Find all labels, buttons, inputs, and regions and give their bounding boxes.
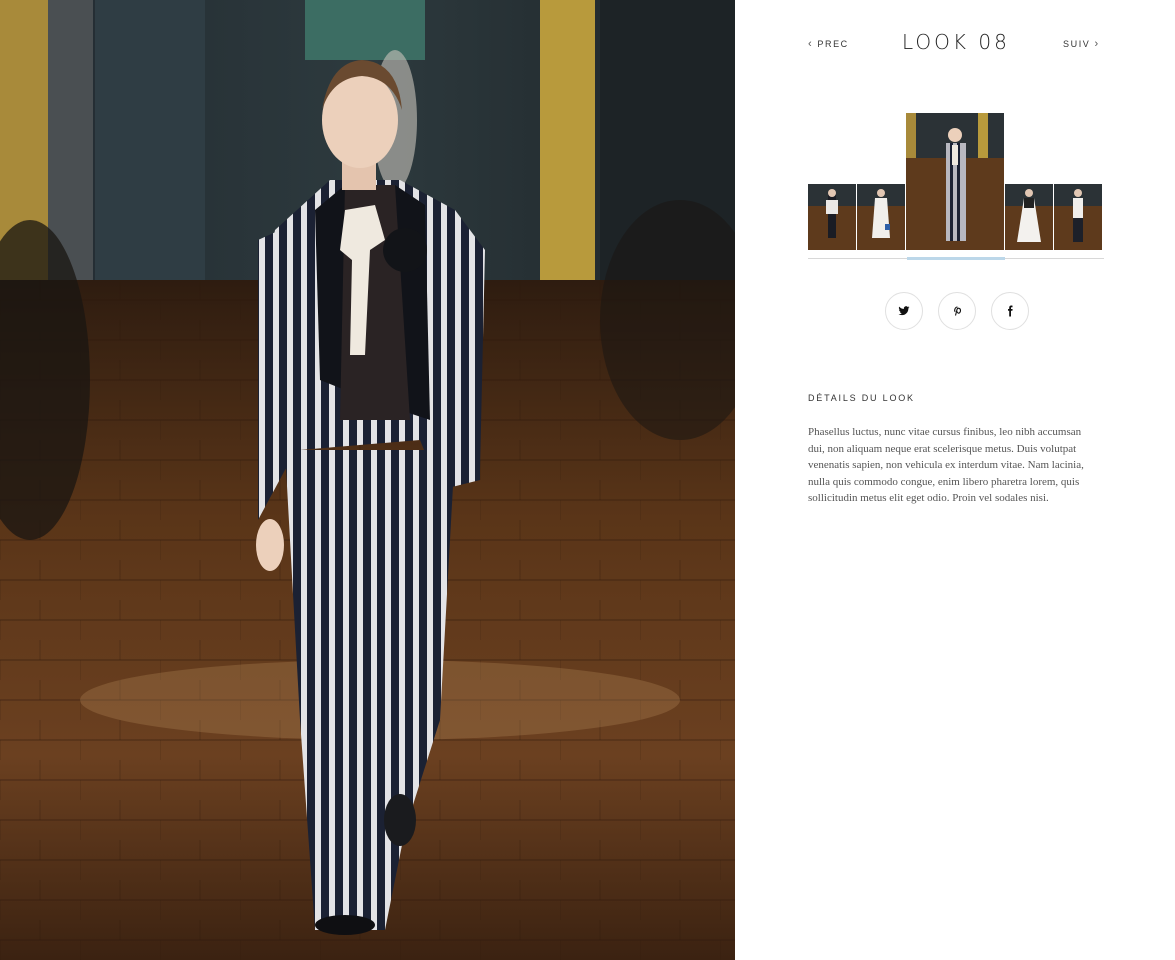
- pinterest-icon: [954, 306, 962, 316]
- chevron-left-icon: ‹: [808, 38, 814, 50]
- look-thumbnail-5[interactable]: [1054, 184, 1102, 250]
- carousel-active-indicator: [907, 257, 1005, 260]
- look-detail-panel: ‹ PREC LOOK 08 SUIV › DÉTAILS DU LOOK Ph…: [735, 0, 1175, 960]
- chevron-right-icon: ›: [1094, 38, 1100, 50]
- next-look-label: SUIV: [1063, 39, 1091, 49]
- facebook-share-button[interactable]: [991, 292, 1029, 330]
- look-details-heading: DÉTAILS DU LOOK: [808, 393, 915, 403]
- twitter-share-button[interactable]: [885, 292, 923, 330]
- next-look-link[interactable]: SUIV ›: [1063, 38, 1100, 50]
- prev-look-label: PREC: [817, 39, 849, 49]
- look-thumbnail-4[interactable]: [1005, 184, 1053, 250]
- twitter-icon: [898, 306, 910, 316]
- look-thumbnail-2[interactable]: [857, 184, 905, 250]
- hero-runway-image: [0, 0, 735, 960]
- pinterest-share-button[interactable]: [938, 292, 976, 330]
- look-thumbnail-1[interactable]: [808, 184, 856, 250]
- look-thumbnail-3-active[interactable]: [906, 113, 1004, 250]
- facebook-icon: [1008, 305, 1013, 317]
- look-thumbnail-carousel: [808, 113, 1104, 261]
- look-details-description: Phasellus luctus, nunc vitae cursus fini…: [808, 426, 1084, 504]
- look-title: LOOK 08: [902, 30, 1010, 54]
- prev-look-link[interactable]: ‹ PREC: [808, 38, 849, 50]
